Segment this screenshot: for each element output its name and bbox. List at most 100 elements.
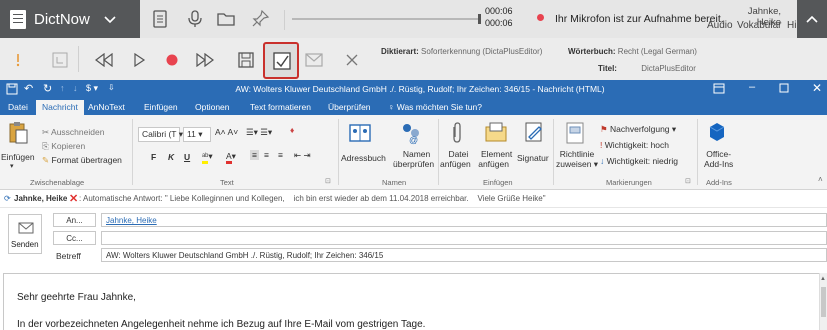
chevron-down-icon[interactable] (104, 11, 116, 27)
italic-button[interactable]: K (168, 152, 174, 162)
tell-me-box[interactable]: ♀ Was möchten Sie tun? (388, 102, 482, 112)
mailtip-text: : Automatische Antwort: " Liebe Kollegin… (79, 194, 546, 203)
send-button[interactable]: Senden (8, 214, 42, 254)
message-body-editor[interactable]: Sehr geehrte Frau Jahnke, In der vorbeze… (3, 273, 819, 330)
fast-forward-icon[interactable] (193, 48, 217, 72)
subject-field[interactable]: AW: Wolters Kluwer Deutschland GmbH ./. … (101, 248, 827, 262)
font-grow-icon[interactable]: A˄ A˅ (215, 127, 238, 137)
cut-button[interactable]: ✂ Ausschneiden (42, 127, 104, 138)
collapse-ribbon-icon[interactable]: ˄ (818, 175, 823, 184)
tab-datei[interactable]: Datei (8, 102, 28, 112)
outlook-save-icon[interactable] (6, 83, 18, 97)
policy-button[interactable]: Richtlinie zuweisen ▾ (556, 149, 598, 170)
maximize-icon[interactable] (779, 83, 789, 95)
close-icon[interactable]: ✕ (812, 81, 822, 95)
rewind-icon[interactable] (92, 48, 116, 72)
priority-button[interactable] (6, 48, 30, 72)
subject-label: Betreff (56, 251, 81, 261)
down-arrow-icon[interactable]: ↓ (73, 83, 78, 93)
to-button[interactable]: An... (53, 213, 96, 227)
align-center-icon[interactable]: ≡ (264, 150, 269, 160)
remove-recipient-icon[interactable]: ✕ (69, 192, 78, 205)
signature-icon[interactable] (523, 121, 545, 143)
paste-button[interactable]: Einfügen (1, 152, 35, 162)
attach-item-icon[interactable] (484, 121, 507, 143)
dictnow-logo-icon (10, 9, 26, 29)
dollar-icon[interactable]: $ ▾ (86, 83, 98, 94)
diktierart-value: Soforterkennung (DictaPlusEditor) (421, 47, 543, 56)
check-names-icon[interactable]: @ (399, 121, 421, 145)
importance-low-button[interactable]: ↓ Wichtigkeit: niedrig (600, 156, 678, 166)
record-icon[interactable] (160, 48, 184, 72)
scroll-up-icon[interactable]: ▲ (820, 276, 826, 282)
address-book-button[interactable]: Adressbuch (341, 153, 386, 163)
play-icon[interactable] (127, 48, 151, 72)
pin-icon[interactable] (250, 9, 270, 29)
align-right-icon[interactable]: ≡ (278, 150, 283, 160)
undo-icon[interactable]: ↶ (24, 82, 33, 95)
tab-annotext[interactable]: AnNoText (88, 102, 125, 112)
indent-icon[interactable]: ⇤ ⇥ (294, 150, 311, 161)
up-arrow-icon[interactable]: ↑ (60, 83, 65, 93)
align-left-icon[interactable]: ≡ (250, 150, 259, 160)
underline-button[interactable]: U (184, 152, 190, 162)
attach-file-button[interactable]: Datei anfügen (440, 149, 471, 169)
insert-text-icon[interactable] (48, 48, 72, 72)
office-addins-icon[interactable] (706, 121, 728, 143)
highlight-color-icon[interactable]: ᵃᵇ▾ (202, 151, 213, 164)
tab-text-formatieren[interactable]: Text formatieren (250, 102, 311, 112)
follow-up-button[interactable]: ⚑ Nachverfolgung ▾ (600, 124, 676, 135)
attach-item-button[interactable]: Element anfügen (478, 149, 512, 169)
finish-dictation-button[interactable] (263, 42, 299, 79)
policy-icon[interactable] (565, 121, 587, 144)
attach-file-icon[interactable] (449, 121, 471, 143)
save-icon[interactable] (234, 48, 258, 72)
send-label: Senden (11, 240, 39, 249)
scroll-thumb[interactable] (821, 287, 826, 317)
copy-icon: ⎘ (42, 141, 49, 151)
paste-icon[interactable] (7, 121, 29, 144)
signature-button[interactable]: Signatur (517, 153, 549, 163)
tab-einfuegen[interactable]: Einfügen (144, 102, 178, 112)
collapse-toolbar-button[interactable] (797, 0, 827, 38)
copy-button[interactable]: ⎘ Kopieren (42, 141, 85, 152)
minimize-icon[interactable]: – (749, 81, 755, 93)
tab-nachricht[interactable]: Nachricht (36, 100, 84, 115)
clear-format-icon[interactable]: ♦ (290, 125, 294, 135)
text-dialog-launcher-icon[interactable]: ⊡ (325, 177, 331, 185)
office-addins-button[interactable]: Office- Add-Ins (704, 149, 733, 169)
message-header: Senden An... Jahnke, Heike Cc... Betreff… (0, 208, 827, 262)
bold-button[interactable]: F (151, 152, 156, 162)
cc-field[interactable] (101, 231, 827, 245)
microphone-icon[interactable] (185, 9, 205, 29)
customize-toolbar-icon[interactable]: ⇩ (108, 83, 115, 92)
paste-dropdown-icon[interactable]: ▾ (10, 162, 14, 170)
tab-optionen[interactable]: Optionen (195, 102, 230, 112)
document-icon[interactable] (150, 9, 170, 29)
titel-info: Titel: DictaPlusEditor (598, 64, 696, 73)
address-book-icon[interactable] (349, 123, 371, 145)
cc-button[interactable]: Cc... (53, 231, 96, 245)
folder-icon[interactable] (216, 9, 236, 29)
outlook-title-bar: ↶ ↻ ↑ ↓ $ ▾ ⇩ AW: Wolters Kluwer Deutsch… (0, 80, 827, 99)
to-field[interactable]: Jahnke, Heike (101, 213, 827, 227)
format-painter-button[interactable]: ✎ Format übertragen (42, 155, 122, 166)
font-color-icon[interactable]: A▾ (226, 151, 236, 164)
font-size-select[interactable]: 11 ▾ (183, 127, 211, 142)
importance-high-button[interactable]: ! Wichtigkeit: hoch (600, 140, 669, 150)
check-names-label-2: überprüfen (393, 159, 435, 169)
font-name-select[interactable]: Calibri (T ▾ (138, 127, 183, 142)
tags-dialog-launcher-icon[interactable]: ⊡ (685, 177, 691, 185)
position-slider[interactable] (292, 18, 480, 20)
cancel-icon[interactable] (340, 48, 364, 72)
tab-ueberpruefen[interactable]: Überprüfen (328, 102, 371, 112)
dictnow-app-menu[interactable]: DictNow (0, 0, 140, 38)
menu-vokabular[interactable]: Vokabular (737, 20, 781, 31)
bullets-icon[interactable]: ☰▾ ☰▾ (246, 127, 272, 138)
check-names-button[interactable]: Namen überprüfen (393, 149, 434, 169)
mail-icon[interactable] (302, 48, 326, 72)
scrollbar[interactable]: ▲ (819, 273, 827, 330)
redo-icon[interactable]: ↻ (43, 82, 52, 95)
slider-handle[interactable] (478, 14, 481, 24)
ribbon-display-options-icon[interactable] (713, 83, 725, 96)
